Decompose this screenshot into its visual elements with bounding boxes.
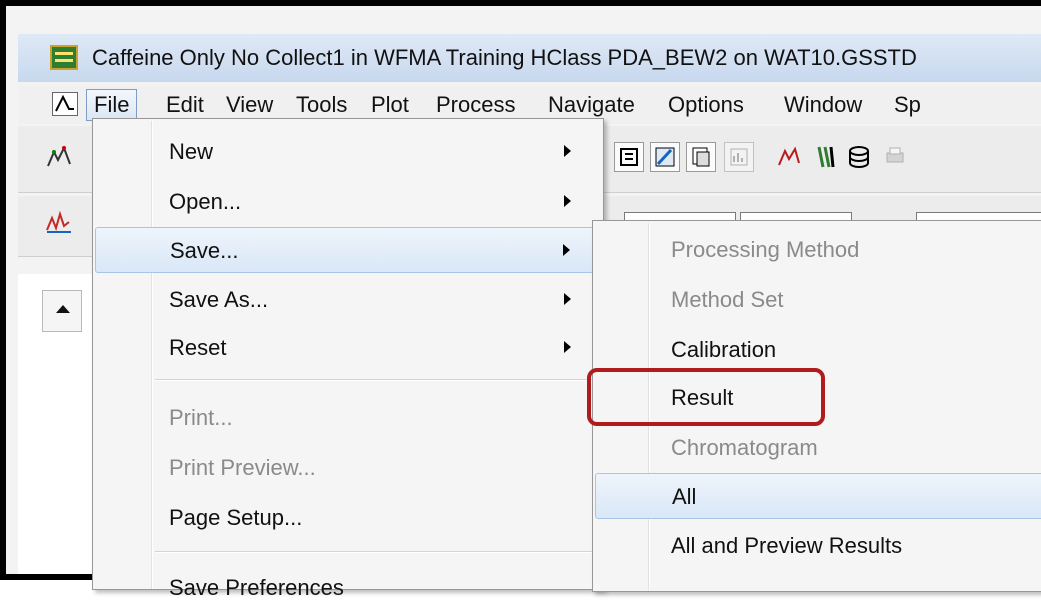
menu-item-new[interactable]: New <box>95 129 599 175</box>
app-icon <box>50 45 78 70</box>
menu-view[interactable]: View <box>218 90 281 120</box>
menu-item-print[interactable]: Print... <box>95 395 599 441</box>
file-menu: New Open... Save... Save As... Reset Pri… <box>92 118 604 600</box>
submenu-item-all[interactable]: All <box>595 473 1041 519</box>
menu-item-label: Save Preferences <box>169 575 344 600</box>
menu-item-page-setup[interactable]: Page Setup... <box>95 495 599 541</box>
window-title: Caffeine Only No Collect1 in WFMA Traini… <box>92 45 917 70</box>
menu-separator <box>155 551 595 553</box>
menu-item-save[interactable]: Save... <box>95 227 599 273</box>
menu-item-label: Chromatogram <box>671 435 818 460</box>
fit-icon[interactable] <box>774 142 804 172</box>
menu-item-label: Processing Method <box>671 237 860 262</box>
menu-plot[interactable]: Plot <box>363 90 417 120</box>
submenu-item-all-and-preview-results[interactable]: All and Preview Results <box>595 523 1041 569</box>
menu-item-label: Open... <box>169 189 242 214</box>
menu-options[interactable]: Options <box>660 90 752 120</box>
vial-icon[interactable] <box>810 142 840 172</box>
submenu-arrow-icon <box>564 145 571 157</box>
menu-spectrum[interactable]: Sp <box>886 90 929 120</box>
chromatogram-icon[interactable] <box>44 208 74 238</box>
submenu-arrow-icon <box>564 293 571 305</box>
report-icon[interactable] <box>724 142 754 172</box>
submenu-item-method-set[interactable]: Method Set <box>595 277 1041 323</box>
menu-item-save-as[interactable]: Save As... <box>95 277 599 323</box>
menu-item-label: Calibration <box>671 337 777 362</box>
menu-item-label: Print Preview... <box>169 455 316 480</box>
save-submenu: Processing Method Method Set Calibration… <box>592 220 1041 592</box>
submenu-arrow-icon <box>564 341 571 353</box>
menu-item-print-preview[interactable]: Print Preview... <box>95 445 599 491</box>
menu-item-reset[interactable]: Reset <box>95 325 599 371</box>
title-bar: Caffeine Only No Collect1 in WFMA Traini… <box>18 34 1041 82</box>
menu-item-label: Save As... <box>169 287 269 312</box>
menu-item-label: Reset <box>169 335 227 360</box>
integrate-icon[interactable] <box>650 142 680 172</box>
menu-navigate[interactable]: Navigate <box>540 90 643 120</box>
menu-tools[interactable]: Tools <box>288 90 355 120</box>
menu-item-label: Result <box>671 385 734 410</box>
menu-item-label: Print... <box>169 405 233 430</box>
copy-icon[interactable] <box>686 142 716 172</box>
menu-item-label: New <box>169 139 214 164</box>
menu-separator <box>155 379 595 381</box>
menu-item-label: Method Set <box>671 287 784 312</box>
menu-edit[interactable]: Edit <box>158 90 212 120</box>
menu-item-label: All and Preview Results <box>671 533 903 558</box>
table-icon[interactable] <box>614 142 644 172</box>
submenu-item-processing-method[interactable]: Processing Method <box>595 227 1041 273</box>
menu-item-open[interactable]: Open... <box>95 179 599 225</box>
system-menu-icon[interactable] <box>52 92 78 116</box>
menu-item-save-preferences[interactable]: Save Preferences <box>95 565 599 611</box>
menu-window[interactable]: Window <box>776 90 870 120</box>
menu-item-label: All <box>672 484 697 509</box>
submenu-arrow-icon <box>564 195 571 207</box>
menu-file[interactable]: File <box>86 89 138 121</box>
submenu-arrow-icon <box>563 244 570 256</box>
submenu-item-calibration[interactable]: Calibration <box>595 327 1041 373</box>
menu-item-label: Page Setup... <box>169 505 303 530</box>
submenu-item-result[interactable]: Result <box>595 375 1041 421</box>
database-icon[interactable] <box>844 142 874 172</box>
peak-detect-icon[interactable] <box>44 142 74 172</box>
menu-process[interactable]: Process <box>428 90 523 120</box>
submenu-item-chromatogram[interactable]: Chromatogram <box>595 425 1041 471</box>
print-icon[interactable] <box>880 142 910 172</box>
menu-item-label: Save... <box>170 238 239 263</box>
scroll-up-button[interactable] <box>42 290 82 332</box>
